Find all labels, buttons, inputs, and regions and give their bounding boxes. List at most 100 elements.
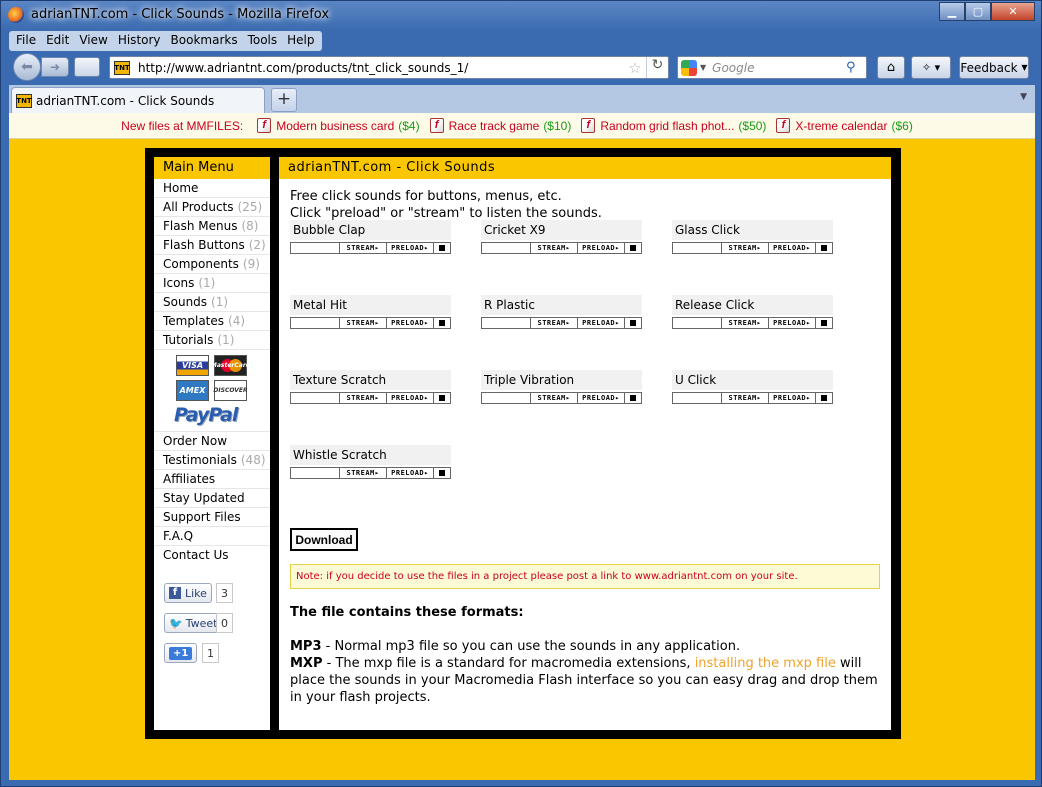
facebook-like-button[interactable]: f Like — [164, 583, 212, 603]
url-input[interactable]: http://www.adriantnt.com/products/tnt_cl… — [138, 61, 624, 75]
sound-name: Release Click — [672, 295, 833, 315]
sidebar-item-tutorials[interactable]: Tutorials (1) — [154, 331, 270, 350]
google-icon[interactable] — [681, 59, 697, 76]
mmfiles-item-name[interactable]: Modern business card — [276, 119, 394, 133]
stop-button[interactable] — [434, 393, 450, 403]
preload-button[interactable]: PRELOAD▸ — [578, 318, 625, 328]
menu-history[interactable]: History — [113, 31, 166, 51]
sidebar-item-testimonials[interactable]: Testimonials (48) — [154, 451, 270, 470]
plusone-button[interactable]: +1 — [164, 643, 198, 663]
back-arrow-icon: ⬅ — [21, 59, 33, 75]
sidebar-item-label: F.A.Q — [163, 529, 194, 543]
stream-button[interactable]: STREAM▸ — [340, 393, 387, 403]
sidebar-item-home[interactable]: Home — [154, 179, 270, 198]
page-icon-button[interactable] — [74, 57, 100, 77]
stream-button[interactable]: STREAM▸ — [340, 243, 387, 253]
sidebar-item-faq[interactable]: F.A.Q — [154, 527, 270, 546]
stop-button[interactable] — [434, 243, 450, 253]
mmfiles-item[interactable]: f Random grid flash phot... ($50) — [581, 118, 766, 133]
mmfiles-item-name[interactable]: Random grid flash phot... — [600, 119, 734, 133]
sidebar-item-count: (1) — [217, 333, 235, 347]
preload-button[interactable]: PRELOAD▸ — [769, 243, 816, 253]
stop-button[interactable] — [434, 318, 450, 328]
menu-edit[interactable]: Edit — [41, 31, 74, 51]
stream-button[interactable]: STREAM▸ — [340, 318, 387, 328]
stop-button[interactable] — [816, 318, 832, 328]
minimize-button[interactable]: ▁ — [939, 2, 965, 21]
plusone-count: 1 — [202, 643, 219, 663]
home-button[interactable]: ⌂ — [877, 56, 905, 79]
stream-button[interactable]: STREAM▸ — [340, 468, 387, 478]
sidebar-item-templates[interactable]: Templates (4) — [154, 312, 270, 331]
sidebar-item-contact-us[interactable]: Contact Us — [154, 546, 270, 565]
firefox-icon — [8, 7, 24, 23]
stop-button[interactable] — [625, 318, 641, 328]
menu-help[interactable]: Help — [282, 31, 319, 51]
main-content: adrianTNT.com - Click Sounds Free click … — [279, 157, 891, 730]
sidebar-item-components[interactable]: Components (9) — [154, 255, 270, 274]
mmfiles-item-name[interactable]: X-treme calendar — [795, 119, 887, 133]
tab-click-sounds[interactable]: TNT adrianTNT.com - Click Sounds — [11, 87, 265, 113]
stream-button[interactable]: STREAM▸ — [722, 393, 769, 403]
menu-view[interactable]: View — [74, 31, 112, 51]
preload-button[interactable]: PRELOAD▸ — [387, 393, 434, 403]
stop-button[interactable] — [434, 468, 450, 478]
search-engine-dropdown-icon[interactable]: ▼ — [700, 63, 706, 72]
preload-button[interactable]: PRELOAD▸ — [769, 318, 816, 328]
preload-button[interactable]: PRELOAD▸ — [387, 318, 434, 328]
sidebar-item-flash-buttons[interactable]: Flash Buttons (2) — [154, 236, 270, 255]
stream-button[interactable]: STREAM▸ — [531, 393, 578, 403]
sound-progress — [482, 318, 531, 328]
stop-button[interactable] — [625, 393, 641, 403]
sidebar-item-sounds[interactable]: Sounds (1) — [154, 293, 270, 312]
stream-button[interactable]: STREAM▸ — [531, 243, 578, 253]
reload-icon[interactable]: ↻ — [646, 57, 668, 78]
sidebar-item-icons[interactable]: Icons (1) — [154, 274, 270, 293]
stream-button[interactable]: STREAM▸ — [531, 318, 578, 328]
format-mxp-label: MXP — [290, 656, 323, 671]
preload-button[interactable]: PRELOAD▸ — [769, 393, 816, 403]
mmfiles-item-name[interactable]: Race track game — [449, 119, 540, 133]
close-button[interactable]: ✕ — [991, 2, 1035, 21]
preload-button[interactable]: PRELOAD▸ — [387, 468, 434, 478]
install-mxp-link[interactable]: installing the mxp file — [695, 656, 836, 671]
preload-button[interactable]: PRELOAD▸ — [578, 243, 625, 253]
tweet-button[interactable]: 🐦 Tweet — [164, 613, 223, 633]
search-input[interactable]: Google — [712, 61, 846, 75]
sound-progress — [673, 393, 722, 403]
search-bar[interactable]: ▼ Google ⚲ — [677, 56, 867, 79]
stream-button[interactable]: STREAM▸ — [722, 318, 769, 328]
menu-file[interactable]: File — [11, 31, 41, 51]
menu-tools[interactable]: Tools — [243, 31, 283, 51]
forward-button[interactable]: ➜ — [41, 57, 69, 77]
sidebar-item-all-products[interactable]: All Products (25) — [154, 198, 270, 217]
format-mxp: MXP - The mxp file is a standard for mac… — [290, 655, 886, 706]
sidebar-item-stay-updated[interactable]: Stay Updated — [154, 489, 270, 508]
menu-bookmarks[interactable]: Bookmarks — [166, 31, 243, 51]
new-tab-button[interactable]: + — [271, 88, 297, 112]
stream-button[interactable]: STREAM▸ — [722, 243, 769, 253]
sidebar-item-order-now[interactable]: Order Now — [154, 432, 270, 451]
stop-button[interactable] — [625, 243, 641, 253]
download-button[interactable]: Download — [290, 528, 358, 551]
maximize-button[interactable]: ▢ — [965, 2, 991, 21]
sidebar-item-flash-menus[interactable]: Flash Menus (8) — [154, 217, 270, 236]
preload-button[interactable]: PRELOAD▸ — [578, 393, 625, 403]
url-bar[interactable]: TNT http://www.adriantnt.com/products/tn… — [109, 56, 669, 79]
stop-button[interactable] — [816, 243, 832, 253]
addon-button[interactable]: ✧ ▾ — [911, 56, 951, 79]
sidebar-item-affiliates[interactable]: Affiliates — [154, 470, 270, 489]
mmfiles-item[interactable]: f Modern business card ($4) — [257, 118, 420, 133]
bookmark-star-icon[interactable]: ☆ — [624, 59, 646, 77]
payment-cards: VISA MasterCard AMEX DISCOVER PayPal — [154, 350, 270, 432]
sidebar-item-support-files[interactable]: Support Files — [154, 508, 270, 527]
preload-button[interactable]: PRELOAD▸ — [387, 243, 434, 253]
tab-list-icon[interactable]: ▼ — [1020, 92, 1027, 102]
mmfiles-item[interactable]: f X-treme calendar ($6) — [776, 118, 913, 133]
sound-controls: STREAM▸ PRELOAD▸ — [672, 392, 833, 404]
feedback-button[interactable]: Feedback ▼ — [959, 56, 1029, 79]
search-icon[interactable]: ⚲ — [846, 60, 866, 75]
mmfiles-item[interactable]: f Race track game ($10) — [429, 118, 571, 133]
stop-button[interactable] — [816, 393, 832, 403]
back-button[interactable]: ⬅ — [13, 53, 41, 81]
